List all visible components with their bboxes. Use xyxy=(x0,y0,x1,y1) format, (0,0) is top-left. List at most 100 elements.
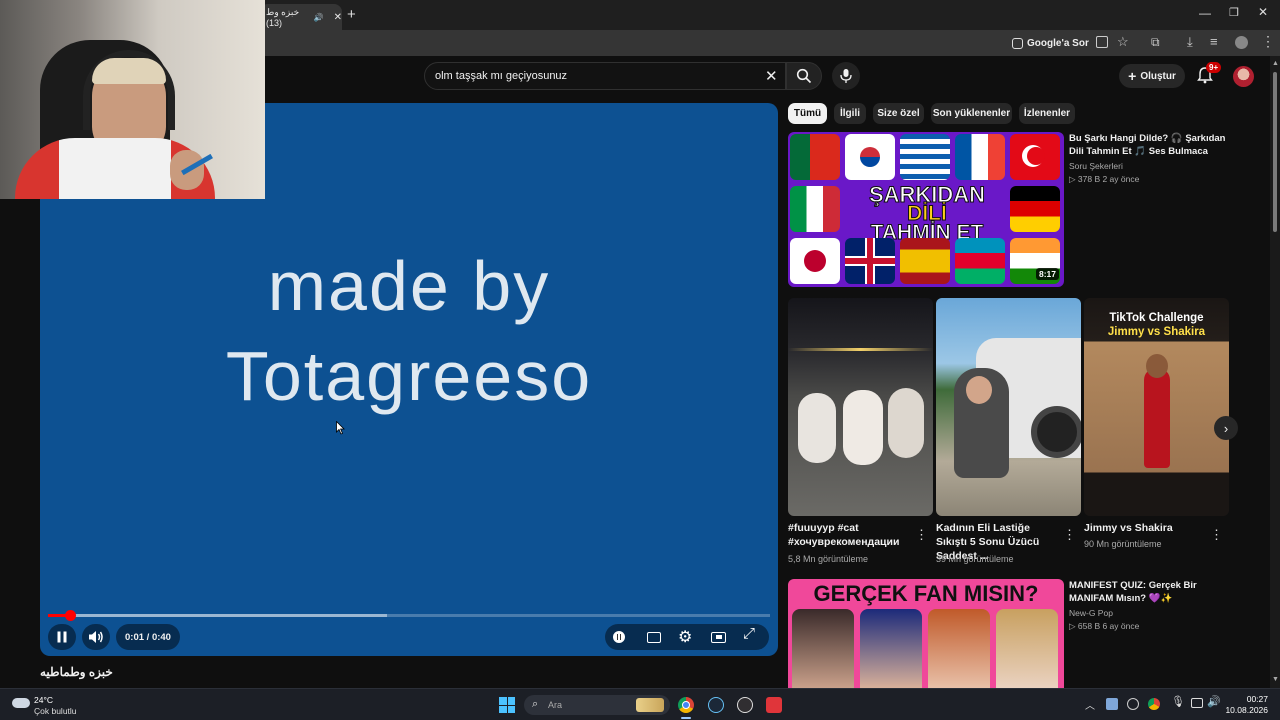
clear-search-icon[interactable]: ✕ xyxy=(765,67,778,85)
video-thumbnail[interactable]: ŞARKIDAN DİLİ TAHMİN ET 8:17 xyxy=(788,132,1064,287)
video-meta: ▷ 378 B 2 ay önce xyxy=(1069,174,1140,184)
windows-logo-tile xyxy=(499,697,507,705)
streamer-hair xyxy=(92,58,166,84)
settings-icon[interactable]: ⚙ xyxy=(678,627,692,647)
scroll-up-arrow[interactable]: ▲ xyxy=(1272,60,1279,67)
short-menu-kebab[interactable]: ⋮ xyxy=(1063,528,1076,541)
tray-app-icon[interactable] xyxy=(1127,698,1139,710)
taskbar-search-placeholder: Ara xyxy=(548,700,563,710)
recorder-taskbar-icon[interactable] xyxy=(766,697,782,713)
car-wheel xyxy=(1031,406,1081,458)
create-label: Oluştur xyxy=(1140,70,1176,82)
microphone-icon xyxy=(840,69,852,83)
close-window-icon[interactable]: ✕ xyxy=(1258,5,1268,19)
chip-for-you[interactable]: Size özel xyxy=(873,103,924,124)
flag-germany xyxy=(1010,186,1060,232)
weather-text: Çok bulutlu xyxy=(34,706,77,716)
speaker-icon[interactable]: 🔊 xyxy=(314,13,324,22)
video-title-link[interactable]: Bu Şarkı Hangi Dilde? 🎧 Şarkıdan Dili Ta… xyxy=(1069,132,1234,158)
pause-button[interactable] xyxy=(48,624,76,650)
progress-bar[interactable] xyxy=(48,610,770,621)
page-scrollbar[interactable]: ▲ ▼ xyxy=(1270,56,1280,688)
video-meta: ▷ 658 B 6 ay önce xyxy=(1069,621,1140,631)
short-menu-kebab[interactable]: ⋮ xyxy=(1210,528,1223,541)
clock-date[interactable]: 10.08.2026 xyxy=(1222,705,1268,715)
create-button[interactable]: + Oluştur xyxy=(1119,64,1185,88)
tray-app-icon[interactable] xyxy=(1106,698,1118,710)
microphone-tray-icon[interactable]: 🎙 xyxy=(1171,695,1185,708)
chip-recently-uploaded[interactable]: Son yüklenenler xyxy=(931,103,1012,124)
playlist-icon[interactable]: ≡ xyxy=(1210,34,1218,49)
channel-name[interactable]: Soru Şekerleri xyxy=(1069,160,1123,173)
temperature: 24°C xyxy=(34,695,53,705)
search-button[interactable] xyxy=(786,62,822,90)
thumb-text: GERÇEK FAN MISIN? xyxy=(813,581,1039,606)
short-views: 39 Mn görüntüleme xyxy=(936,554,1014,564)
autoplay-toggle[interactable] xyxy=(613,631,625,643)
person-photo xyxy=(996,609,1058,688)
network-icon[interactable] xyxy=(1191,698,1203,708)
star-icon[interactable]: ☆ xyxy=(1117,34,1129,50)
google-ask-button[interactable]: Google'a Sor xyxy=(1012,35,1089,51)
short-thumbnail[interactable] xyxy=(936,298,1081,516)
shorts-next-button[interactable]: › xyxy=(1214,416,1238,440)
short-title[interactable]: #fuuuyyp #cat #хочуврекомендации xyxy=(788,521,913,549)
chip-all[interactable]: Tümü xyxy=(788,103,827,124)
clock-time[interactable]: 00:27 xyxy=(1232,694,1268,704)
progress-scrubber[interactable] xyxy=(64,610,76,621)
volume-button[interactable] xyxy=(82,624,110,650)
video-thumbnail[interactable]: GERÇEK FAN MISIN? xyxy=(788,579,1064,688)
weather-widget[interactable]: 24°C Çok bulutlu xyxy=(8,693,88,717)
thumb-text-jimmy: Jimmy vs Shakira xyxy=(1107,326,1206,338)
channel-name[interactable]: New-G Pop xyxy=(1069,607,1113,620)
tray-overflow-icon[interactable]: ︿ xyxy=(1085,697,1095,712)
short-thumbnail[interactable]: TikTok Challenge Jimmy vs Shakira xyxy=(1084,298,1229,516)
person-photo xyxy=(928,609,990,688)
google-ask-label: Google'a Sor xyxy=(1027,37,1089,49)
woman-face xyxy=(966,376,992,404)
minimize-icon[interactable]: — xyxy=(1199,6,1211,20)
tray-chrome-icon[interactable] xyxy=(1148,698,1160,710)
start-button[interactable] xyxy=(499,697,515,713)
maximize-icon[interactable]: ❐ xyxy=(1229,6,1239,19)
short-title[interactable]: Jimmy vs Shakira xyxy=(1084,521,1209,535)
search-box[interactable]: olm taşşak mı geçiyosunuz ✕ xyxy=(424,62,786,90)
short-thumbnail[interactable] xyxy=(788,298,933,516)
video-title-link[interactable]: MANIFEST QUIZ: Gerçek Bir MANIFAM Mısın?… xyxy=(1069,579,1219,605)
taskbar-search[interactable]: ⌕ Ara xyxy=(524,695,670,715)
translate-icon[interactable] xyxy=(1096,36,1108,48)
download-icon[interactable]: ⤓ xyxy=(1187,34,1193,50)
new-tab-icon[interactable]: + xyxy=(347,6,356,23)
speaker-tray-icon[interactable]: 🔊 xyxy=(1207,695,1221,708)
chrome-taskbar-icon[interactable] xyxy=(678,697,694,713)
subtitles-icon[interactable] xyxy=(647,632,661,643)
fullscreen-icon[interactable]: ⤢ xyxy=(743,625,755,642)
dancer-figure xyxy=(1144,368,1170,468)
notifications-button[interactable]: 9+ xyxy=(1196,62,1222,86)
thumb-text-tiktok: TikTok Challenge xyxy=(1109,312,1204,324)
kitten xyxy=(798,393,836,463)
profile-icon[interactable] xyxy=(1235,36,1248,49)
tab-close-icon[interactable]: ✕ xyxy=(334,12,342,23)
notification-badge: 9+ xyxy=(1206,62,1222,73)
flag-greece xyxy=(900,134,950,180)
miniplayer-icon[interactable] xyxy=(711,632,726,643)
obs-taskbar-icon[interactable] xyxy=(737,697,753,713)
short-menu-kebab[interactable]: ⋮ xyxy=(915,528,928,541)
scrollbar-thumb[interactable] xyxy=(1273,72,1277,232)
kitten xyxy=(888,388,924,458)
chip-related[interactable]: İlgili xyxy=(834,103,866,124)
browser-tab[interactable]: خبزه وط (13) 🔊 ✕ xyxy=(260,4,342,30)
chip-watched[interactable]: İzlenenler xyxy=(1019,103,1075,124)
search-input[interactable]: olm taşşak mı geçiyosunuz xyxy=(435,70,567,82)
browser-menu-icon[interactable]: ⋮ xyxy=(1261,33,1275,50)
voice-search-button[interactable] xyxy=(832,62,860,90)
windows-logo-tile xyxy=(499,705,507,713)
avatar[interactable] xyxy=(1233,66,1254,87)
scroll-down-arrow[interactable]: ▼ xyxy=(1272,676,1279,683)
webcam-overlay xyxy=(0,0,265,199)
extensions-icon[interactable]: ⧉ xyxy=(1151,35,1160,50)
dancer-head xyxy=(1146,354,1168,378)
flag-portugal xyxy=(790,134,840,180)
steam-taskbar-icon[interactable] xyxy=(708,697,724,713)
